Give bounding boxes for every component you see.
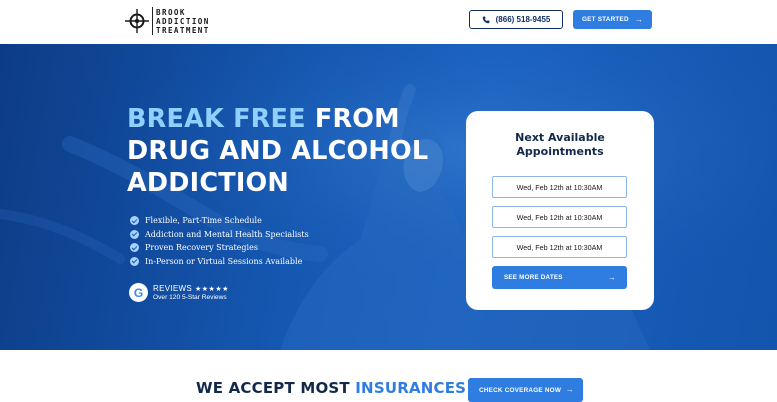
check-coverage-label: CHECK COVERAGE NOW: [479, 386, 562, 394]
get-started-label: GET STARTED: [581, 16, 629, 23]
reviews-text: REVIEWS ★★★★★ Over 120 5-Star Reviews: [153, 284, 229, 301]
get-started-button[interactable]: GET STARTED →: [573, 10, 652, 29]
appointments-title-line-1: Next Available: [515, 131, 605, 144]
phone-number: (866) 518-9455: [495, 15, 551, 24]
feature-list: Flexible, Part-Time Schedule Addiction a…: [130, 214, 309, 268]
headline-part-3: ADDICTION: [127, 168, 289, 198]
feature-item: Flexible, Part-Time Schedule: [130, 214, 309, 228]
appointment-slot[interactable]: Wed, Feb 12th at 10:30AM: [492, 206, 627, 228]
check-circle-icon: [130, 256, 139, 266]
feature-item: In-Person or Virtual Sessions Available: [130, 255, 309, 269]
appointment-slot-label: Wed, Feb 12th at 10:30AM: [516, 182, 603, 192]
appointment-slot[interactable]: Wed, Feb 12th at 10:30AM: [492, 176, 627, 198]
reviews-heading: REVIEWS ★★★★★: [153, 284, 229, 293]
feature-item: Proven Recovery Strategies: [130, 241, 309, 255]
feature-label: Addiction and Mental Health Specialists: [145, 229, 309, 239]
see-more-dates-button[interactable]: SEE MORE DATES →: [492, 266, 627, 289]
brand-name-line-1: BROOK: [156, 7, 186, 17]
brand-logo[interactable]: BROOK ADDICTION TREATMENT: [125, 7, 210, 35]
logo-divider: [152, 7, 153, 35]
arrow-right-icon: →: [634, 14, 644, 24]
phone-icon: [482, 16, 490, 23]
google-logo-icon: G: [129, 283, 148, 302]
reviews-count: Over 120 5-Star Reviews: [153, 294, 227, 301]
brand-name: BROOK ADDICTION TREATMENT: [156, 8, 210, 35]
appointments-title: Next Available Appointments: [466, 131, 654, 159]
phone-call-button[interactable]: (866) 518-9455: [469, 10, 563, 29]
star-rating-icon: ★★★★★: [195, 285, 229, 293]
headline-part-1: FROM: [305, 104, 400, 134]
compass-crosshair-icon: [125, 9, 149, 33]
reviews-label: REVIEWS: [153, 284, 192, 293]
headline-accent: BREAK FREE: [127, 104, 306, 134]
appointment-slot[interactable]: Wed, Feb 12th at 10:30AM: [492, 236, 627, 258]
site-header: BROOK ADDICTION TREATMENT (866) 518-9455…: [0, 0, 777, 44]
brand-name-line-3: TREATMENT: [156, 25, 210, 35]
feature-label: Flexible, Part-Time Schedule: [145, 216, 262, 226]
feature-item: Addiction and Mental Health Specialists: [130, 228, 309, 242]
brand-name-line-2: ADDICTION: [156, 16, 210, 26]
check-circle-icon: [130, 216, 139, 226]
appointments-card: Next Available Appointments Wed, Feb 12t…: [466, 111, 654, 310]
arrow-right-icon: →: [607, 272, 616, 282]
arrow-right-icon: →: [565, 385, 574, 394]
check-circle-icon: [130, 229, 139, 239]
check-circle-icon: [130, 243, 139, 253]
headline-part-2: DRUG AND ALCOHOL: [127, 136, 429, 166]
feature-label: Proven Recovery Strategies: [145, 243, 258, 253]
hero-section: BREAK FREE FROM DRUG AND ALCOHOL ADDICTI…: [0, 44, 777, 350]
see-more-dates-label: SEE MORE DATES: [504, 274, 563, 281]
appointment-slot-label: Wed, Feb 12th at 10:30AM: [516, 212, 603, 222]
appointment-slot-label: Wed, Feb 12th at 10:30AM: [516, 242, 603, 252]
feature-label: In-Person or Virtual Sessions Available: [145, 256, 303, 266]
check-coverage-button[interactable]: CHECK COVERAGE NOW →: [468, 378, 583, 402]
google-reviews-badge[interactable]: G REVIEWS ★★★★★ Over 120 5-Star Reviews: [129, 283, 229, 302]
insurance-heading-main: WE ACCEPT MOST: [196, 379, 356, 397]
hero-headline: BREAK FREE FROM DRUG AND ALCOHOL ADDICTI…: [127, 103, 447, 199]
appointments-title-line-2: Appointments: [516, 145, 604, 158]
insurance-heading-accent: INSURANCES: [355, 379, 467, 397]
insurance-heading: WE ACCEPT MOST INSURANCES: [196, 379, 466, 397]
